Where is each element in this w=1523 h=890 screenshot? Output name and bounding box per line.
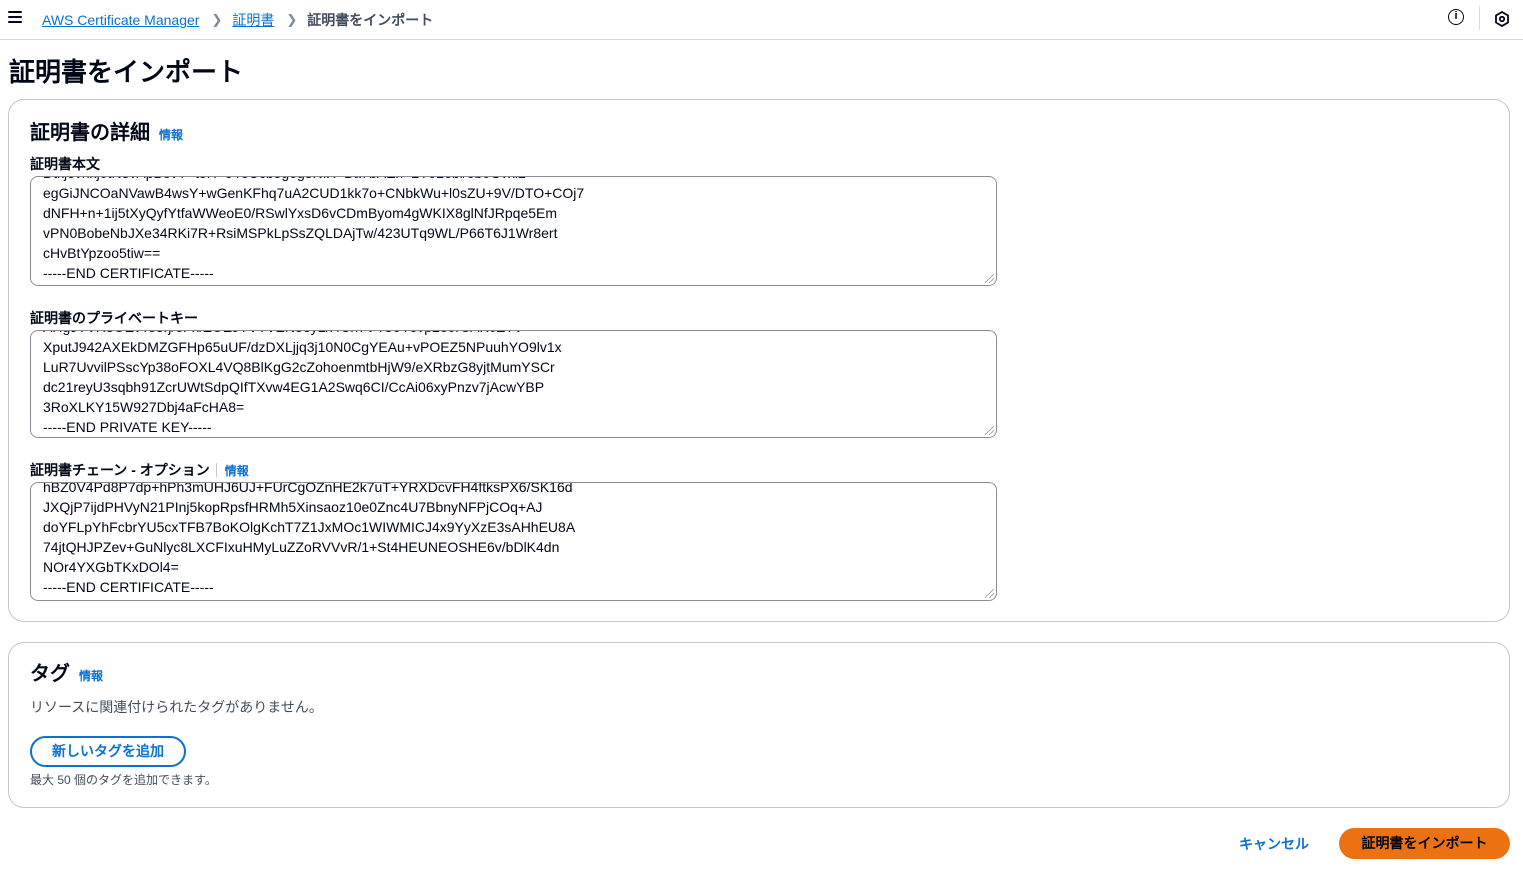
label-divider — [215, 463, 217, 477]
certificate-body-textarea[interactable]: Dtkjevnxj0tN3vApBevY+t5H+9YeUcb5g6g3NIX+… — [30, 176, 997, 286]
certificate-details-panel: 証明書の詳細 情報 証明書本文 Dtkjevnxj0tN3vApBevY+t5H… — [8, 99, 1510, 622]
info-link[interactable]: 情報 — [159, 126, 183, 143]
textarea-line: 3RoXLKY15W927Dbj4aFcHA8= — [43, 399, 245, 415]
info-circle-icon[interactable]: i — [1448, 9, 1464, 25]
certificate-chain-label: 証明書チェーン - オプション — [30, 462, 210, 478]
certificate-chain-label-row: 証明書チェーン - オプション 情報 — [30, 460, 249, 480]
topbar-divider — [1479, 6, 1480, 30]
breadcrumb: AWS Certificate Manager ❯ 証明書 ❯ 証明書をインポー… — [42, 10, 433, 30]
textarea-line: dc21reyU3sqbh91ZcrUWtSdpQIfTXvw4EG1A2Swq… — [43, 379, 545, 395]
private-key-label: 証明書のプライベートキー — [30, 310, 198, 326]
textarea-line: -----END CERTIFICATE----- — [43, 265, 214, 281]
textarea-content: Dtkjevnxj0tN3vApBevY+t5H+9YeUcb5g6g3NIX+… — [43, 177, 585, 283]
panel-title: タグ — [30, 663, 70, 685]
textarea-line: LuR7UvvilPSscYp38oFOXL4VQ8BlKgG2cZohoenm… — [43, 359, 555, 375]
textarea-line: egGiJNCOaNVawB4wsY+wGenKFhq7uA2CUD1kk7o+… — [43, 185, 585, 201]
textarea-line: cHvBtYpzoo5tiw== — [43, 245, 161, 261]
panel-header: タグ 情報 — [30, 657, 103, 686]
certificate-body-label: 証明書本文 — [30, 156, 100, 172]
cancel-button[interactable]: キャンセル — [1228, 829, 1320, 859]
tags-limit-hint: 最大 50 個のタグを追加できます。 — [30, 773, 217, 787]
textarea-line: JXQjP7ijdPHVyN21PInj5kopRpsfHRMh5Xinsaoz… — [43, 499, 543, 515]
textarea-line: vPN0BobeNbJXe34RKi7R+RsiMSPkLpSsZQLDAjTw… — [43, 225, 558, 241]
resize-handle-icon[interactable] — [985, 589, 994, 598]
breadcrumb-link-acm[interactable]: AWS Certificate Manager — [42, 12, 199, 28]
private-key-textarea[interactable]: AHgJYVR3OEvTe3rj/eFn/ZOEJYVTVEN5eyLx4Cn7… — [30, 330, 997, 438]
resize-handle-icon[interactable] — [985, 426, 994, 435]
tags-panel: タグ 情報 リソースに関連付けられたタグがありません。 新しいタグを追加 最大 … — [8, 642, 1510, 808]
textarea-line: dNFH+n+1ij5tXyQyfYtfaWWeoE0/RSwlYxsD6vCD… — [43, 205, 558, 221]
textarea-line: Dtkjevnxj0tN3vApBevY+t5H+9YeUcb5g6g3NIX+… — [43, 177, 584, 183]
add-tag-button[interactable]: 新しいタグを追加 — [30, 736, 186, 767]
top-navigation-bar: AWS Certificate Manager ❯ 証明書 ❯ 証明書をインポー… — [0, 0, 1523, 40]
textarea-content: AHgJYVR3OEvTe3rj/eFn/ZOEJYVTVEN5eyLx4Cn7… — [43, 331, 562, 437]
chevron-right-icon: ❯ — [286, 12, 298, 27]
info-link[interactable]: 情報 — [225, 462, 249, 479]
textarea-line: NOr4YXGbTKxDOl4= — [43, 559, 179, 575]
textarea-content: hBZ0V4Pd8P7dp+hPh3mUHJ6UJ+FUrCgOZnHE2k7u… — [43, 482, 576, 597]
info-link[interactable]: 情報 — [79, 667, 103, 684]
textarea-line: AHgJYVR3OEvTe3rj/eFn/ZOEJYVTVEN5eyLx4Cn7… — [43, 331, 562, 337]
resize-handle-icon[interactable] — [985, 274, 994, 283]
hexagon-settings-icon[interactable] — [1494, 11, 1510, 27]
chevron-right-icon: ❯ — [211, 12, 223, 27]
page-title: 証明書をインポート — [9, 57, 244, 87]
panel-title: 証明書の詳細 — [30, 122, 150, 144]
breadcrumb-link-certificates[interactable]: 証明書 — [232, 10, 274, 30]
breadcrumb-current: 証明書をインポート — [307, 12, 434, 28]
certificate-chain-textarea[interactable]: hBZ0V4Pd8P7dp+hPh3mUHJ6UJ+FUrCgOZnHE2k7u… — [30, 482, 997, 601]
hamburger-menu-icon[interactable] — [8, 11, 22, 23]
textarea-line: hBZ0V4Pd8P7dp+hPh3mUHJ6UJ+FUrCgOZnHE2k7u… — [43, 482, 573, 495]
textarea-line: -----END CERTIFICATE----- — [43, 579, 214, 595]
textarea-line: 74jtQHJPZev+GuNlyc8LXCFIxuHMyLuZZoRVVvR/… — [43, 539, 560, 555]
import-certificate-button[interactable]: 証明書をインポート — [1339, 828, 1510, 859]
textarea-line: XputJ942AXEkDMZGFHp65uUF/dzDXLjjq3j10N0C… — [43, 339, 562, 355]
empty-tags-message: リソースに関連付けられたタグがありません。 — [30, 699, 323, 715]
textarea-line: doYFLpYhFcbrYU5cxTFB7BoKOlgKchT7Z1JxMOc1… — [43, 519, 576, 535]
panel-header: 証明書の詳細 情報 — [30, 116, 183, 145]
textarea-line: -----END PRIVATE KEY----- — [43, 419, 212, 435]
